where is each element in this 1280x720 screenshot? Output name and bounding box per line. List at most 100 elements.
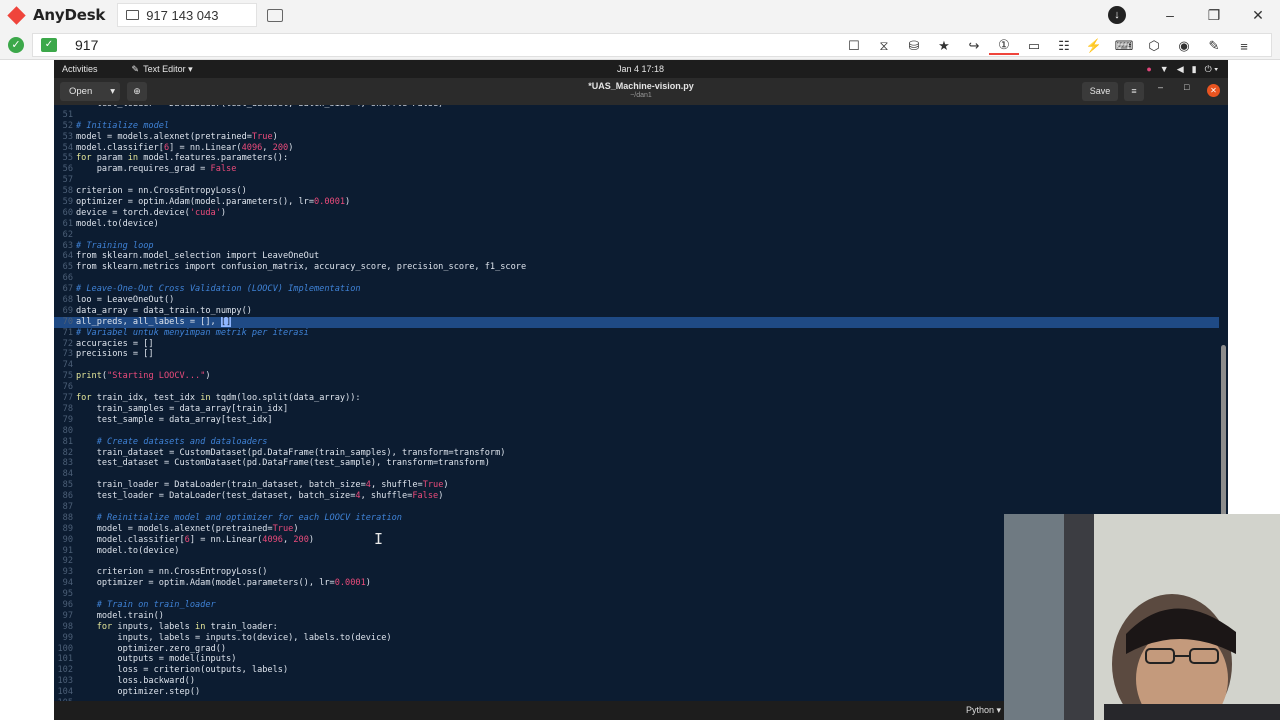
display-icon[interactable]: ▭ — [1019, 38, 1049, 54]
code-line[interactable]: 78 train_samples = data_array[train_idx] — [54, 404, 1219, 415]
code-token: # Training loop — [76, 240, 154, 251]
code-line[interactable]: 55 for param in model.features.parameters… — [54, 153, 1219, 164]
privacy-icon[interactable]: ☐ — [839, 38, 869, 54]
code-line[interactable]: 73 precisions = [] — [54, 349, 1219, 360]
session-tab-label: 917 143 043 — [146, 7, 219, 23]
code-token: , shuffle= — [360, 491, 413, 502]
code-token: criterion = nn.CrossEntropyLoss() — [76, 186, 247, 197]
code-line[interactable]: 79 test_sample = data_array[test_idx] — [54, 415, 1219, 426]
code-token: param — [91, 153, 128, 164]
clock[interactable]: Jan 4 17:18 — [617, 64, 664, 74]
code-line[interactable]: 64 from sklearn.model_selection import Le… — [54, 251, 1219, 262]
code-token: ) — [272, 131, 278, 142]
code-line[interactable]: 75 print("Starting LOOCV...") — [54, 371, 1219, 382]
code-line[interactable]: 54 model.classifier[6] = nn.Linear(4096, … — [54, 143, 1219, 154]
code-line[interactable]: 66 — [54, 273, 1219, 284]
database-icon[interactable]: ⛁ — [899, 38, 929, 54]
code-line[interactable]: 81 # Create datasets and dataloaders — [54, 437, 1219, 448]
code-line[interactable]: 77 for train_idx, test_idx in tqdm(loo.sp… — [54, 393, 1219, 404]
monitor-1-icon[interactable]: ① — [989, 37, 1019, 55]
code-line[interactable]: 71 # Variabel untuk menyimpan metrik per … — [54, 328, 1219, 339]
window-controls: ↓ – ❐ ✕ — [1108, 0, 1280, 30]
new-tab-icon[interactable] — [267, 8, 284, 22]
line-number: 59 — [62, 197, 73, 208]
code-line[interactable]: 56 param.requires_grad = False — [54, 164, 1219, 175]
code-token: model.classifier[ — [76, 534, 185, 545]
code-token: loss = criterion(outputs, labels) — [76, 665, 289, 676]
code-line[interactable]: 69 data_array = data_train.to_numpy() — [54, 306, 1219, 317]
maximize-button[interactable]: ❐ — [1192, 7, 1236, 24]
chat-icon[interactable]: ☷ — [1049, 38, 1079, 54]
session-tab[interactable]: 917 143 043 — [117, 3, 258, 27]
line-number: 95 — [62, 589, 73, 600]
code-line[interactable]: 85 train_loader = DataLoader(train_datas… — [54, 480, 1219, 491]
code-line[interactable]: 53 model = models.alexnet(pretrained=True… — [54, 132, 1219, 143]
code-line[interactable]: 65 from sklearn.metrics import confusion_… — [54, 262, 1219, 273]
line-number: 74 — [62, 360, 73, 371]
code-line[interactable]: 76 — [54, 382, 1219, 393]
code-token: ) — [365, 578, 371, 589]
code-token: all_preds, all_labels = [], — [76, 316, 221, 327]
code-line[interactable]: 70 all_preds, all_labels = [], [] — [54, 316, 1219, 328]
pen-icon[interactable]: ✎ — [1199, 38, 1229, 54]
save-button[interactable]: Save — [1082, 82, 1118, 101]
anydesk-titlebar: AnyDesk 917 143 043 ↓ – ❐ ✕ — [0, 0, 1280, 30]
code-line[interactable]: 86 test_loader = DataLoader(test_dataset… — [54, 491, 1219, 502]
hamburger-icon: ≡ — [1131, 86, 1137, 96]
shield-icon[interactable]: ⬡ — [1139, 38, 1169, 54]
line-number: 86 — [62, 491, 73, 502]
code-token: train_loader: — [205, 621, 278, 632]
address-field[interactable]: ✓ 917 ☐ ⧖ ⛁ ★ ↪ ① ▭ ☷ ⚡ ⌨ ⬡ ◉ ✎ ≡ — [32, 33, 1272, 57]
code-line[interactable]: 51 — [54, 110, 1219, 121]
code-line[interactable]: 84 — [54, 469, 1219, 480]
code-line[interactable]: 60 device = torch.device('cuda') — [54, 208, 1219, 219]
close-window-button[interactable]: ✕ — [1207, 84, 1220, 97]
code-line[interactable]: 59 optimizer = optim.Adam(model.parameter… — [54, 197, 1219, 208]
code-line[interactable]: 52 # Initialize model — [54, 121, 1219, 132]
code-line[interactable]: 61 model.to(device) — [54, 219, 1219, 230]
language-selector[interactable]: Python ▾ — [966, 705, 1001, 716]
line-number: 60 — [62, 207, 73, 218]
download-icon[interactable]: ↓ — [1108, 6, 1126, 24]
lightning-icon[interactable]: ⚡ — [1079, 38, 1109, 54]
line-number: 70 — [62, 316, 73, 327]
minimize-window-button[interactable]: – — [1158, 82, 1163, 92]
code-token: # Create datasets and dataloaders — [96, 436, 268, 447]
code-line[interactable]: 63 # Training loop — [54, 241, 1219, 252]
line-number: 52 — [62, 120, 73, 131]
code-token: for — [96, 621, 113, 632]
restore-window-button[interactable]: □ — [1184, 82, 1189, 92]
code-token: inputs, labels = inputs.to(device), labe… — [76, 632, 392, 643]
line-number: 78 — [62, 403, 73, 414]
document-path: ~/dan1 — [630, 92, 652, 99]
code-line[interactable]: 80 — [54, 426, 1219, 437]
minimize-button[interactable]: – — [1148, 7, 1192, 23]
line-number: 94 — [62, 578, 73, 589]
code-line[interactable]: 58 criterion = nn.CrossEntropyLoss() — [54, 186, 1219, 197]
star-icon[interactable]: ★ — [929, 38, 959, 54]
app-indicator-icon[interactable]: ● — [1146, 64, 1151, 74]
hamburger-menu-button[interactable]: ≡ — [1124, 82, 1144, 101]
code-line[interactable]: 83 test_dataset = CustomDataset(pd.DataF… — [54, 458, 1219, 469]
code-line[interactable]: 68 loo = LeaveOneOut() — [54, 295, 1219, 306]
code-token: in — [200, 393, 211, 404]
app-menu[interactable]: ✎ Text Editor ▾ — [132, 64, 193, 75]
code-line[interactable]: 87 — [54, 502, 1219, 513]
line-number: 103 — [57, 676, 73, 687]
code-line[interactable]: 74 — [54, 360, 1219, 371]
code-line[interactable]: 82 train_dataset = CustomDataset(pd.Data… — [54, 448, 1219, 459]
menu-icon[interactable]: ≡ — [1229, 39, 1259, 54]
code-line[interactable]: 72 accuracies = [] — [54, 339, 1219, 350]
record-icon[interactable]: ◉ — [1169, 38, 1199, 54]
code-line[interactable]: 62 — [54, 230, 1219, 241]
keyboard-icon[interactable]: ⌨ — [1109, 38, 1139, 54]
activities-button[interactable]: Activities — [62, 64, 98, 74]
forward-icon[interactable]: ↪ — [959, 38, 989, 54]
line-number: 62 — [62, 229, 73, 240]
system-tray[interactable]: ● ▼ ◀ ▮ ⏻ ▾ — [1138, 60, 1218, 78]
hourglass-icon[interactable]: ⧖ — [869, 38, 899, 54]
code-line[interactable]: 67 # Leave-One-Out Cross Validation (LOOC… — [54, 284, 1219, 295]
close-button[interactable]: ✕ — [1236, 7, 1280, 24]
code-line[interactable]: 57 — [54, 175, 1219, 186]
